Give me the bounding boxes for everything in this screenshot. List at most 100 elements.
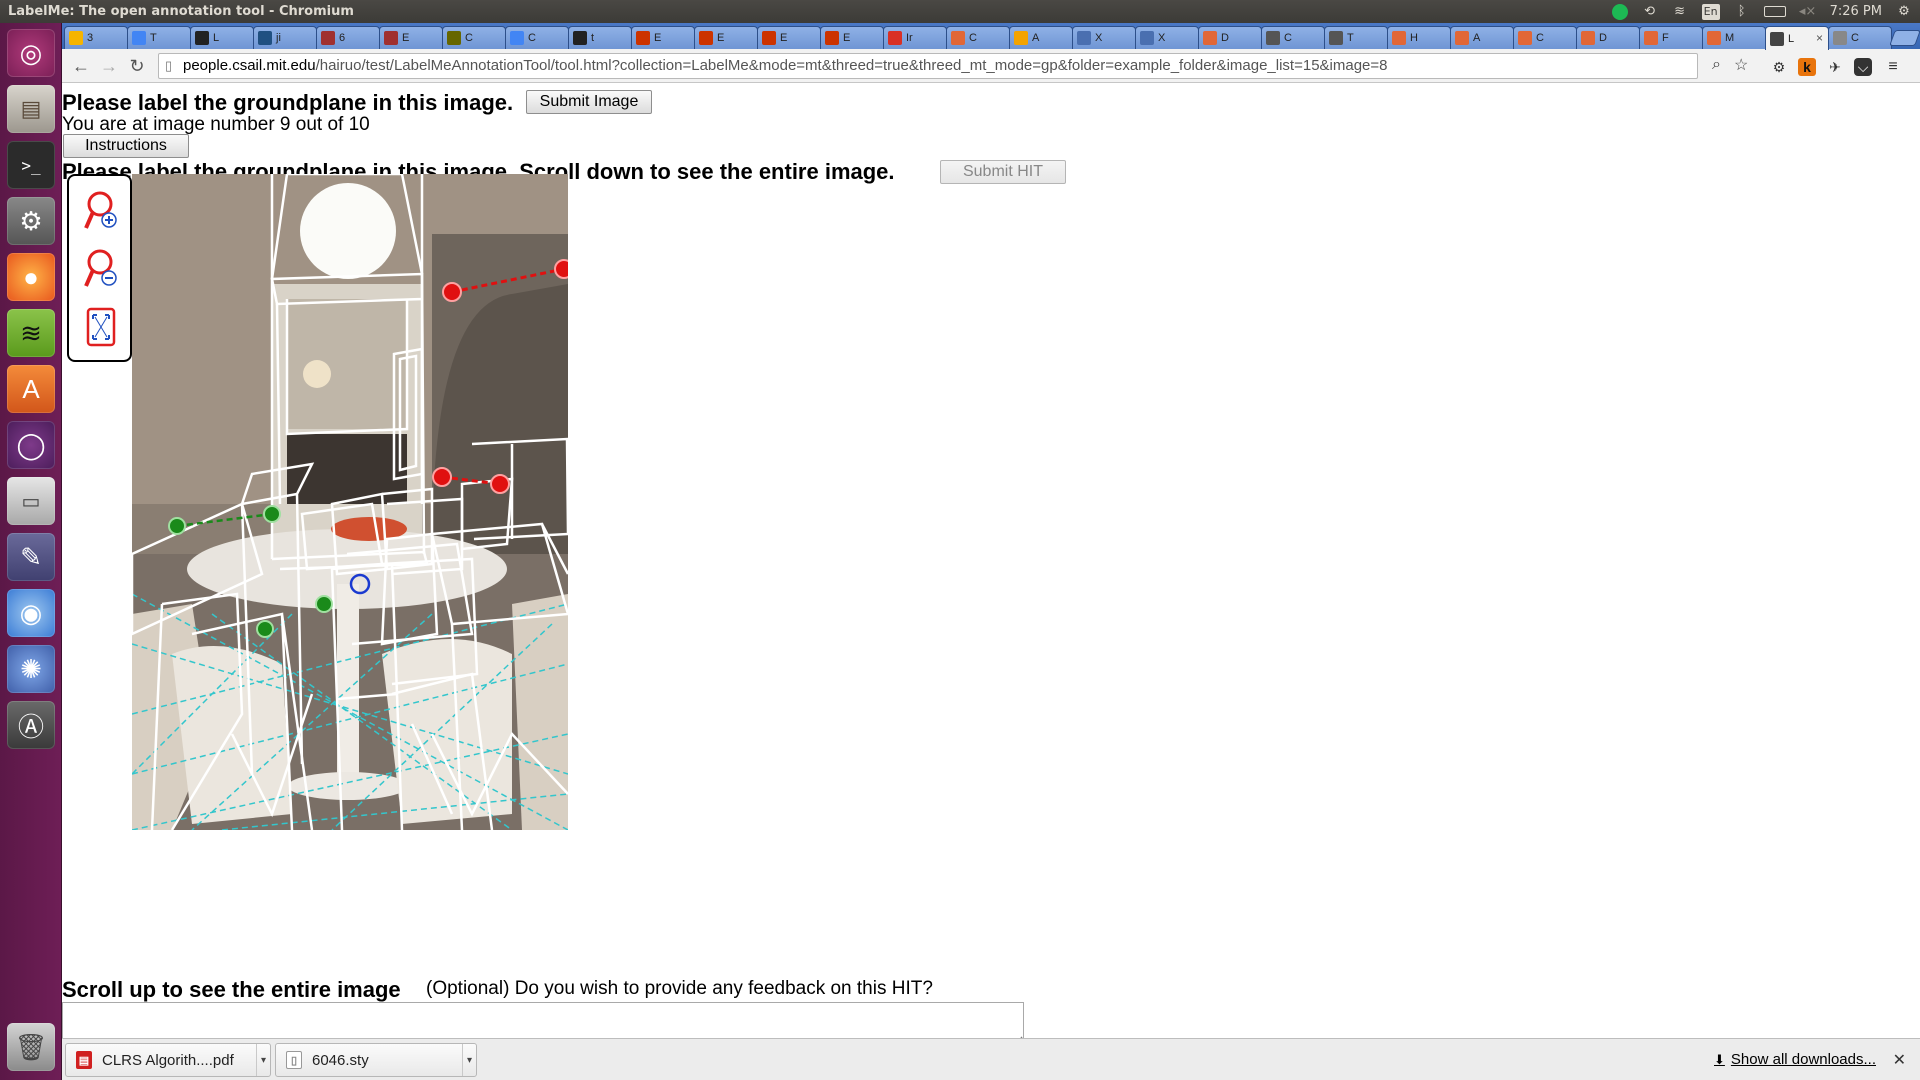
tab-25[interactable]: F — [1639, 26, 1703, 49]
zoom-in-icon[interactable] — [84, 190, 118, 232]
tab-8[interactable]: t — [568, 26, 632, 49]
tab-7[interactable]: C — [505, 26, 569, 49]
labelme-icon — [1770, 31, 1784, 46]
tab-12[interactable]: E — [820, 26, 884, 49]
tab-label: E — [717, 32, 725, 44]
tab-5[interactable]: E — [379, 26, 443, 49]
unity-launcher: ◎ ▤ >_ ⚙ ● ≋ A ◯ ▭ ✎ ◉ ✺ Ⓐ 🗑 — [0, 23, 62, 1080]
tab-10[interactable]: E — [694, 26, 758, 49]
tab-26[interactable]: M — [1702, 26, 1766, 49]
download-shelf: ▤ CLRS Algorith....pdf ▾ ▯ 6046.sty ▾ ⬇ … — [62, 1038, 1920, 1080]
keyboard-layout-indicator[interactable]: En — [1701, 3, 1720, 20]
menu-icon[interactable]: ≡ — [1884, 58, 1902, 76]
files-icon[interactable]: ▤ — [7, 85, 55, 133]
tab-0[interactable]: 3 — [64, 26, 128, 49]
extension-badge-icon[interactable]: ✈ — [1826, 58, 1844, 76]
wolfram-icon — [762, 31, 776, 45]
disk-icon[interactable]: ▭ — [7, 477, 55, 525]
tab-label: H — [1410, 32, 1418, 44]
download-item-pdf[interactable]: ▤ CLRS Algorith....pdf ▾ — [65, 1043, 271, 1077]
bluetooth-icon[interactable]: ᛒ — [1734, 4, 1750, 20]
close-icon[interactable]: ✕ — [1893, 1050, 1906, 1070]
tab-9[interactable]: E — [631, 26, 695, 49]
volume-icon[interactable]: ◂× — [1799, 4, 1816, 20]
feedback-textarea[interactable] — [62, 1002, 1024, 1038]
tab-11[interactable]: E — [757, 26, 821, 49]
tab-6[interactable]: C — [442, 26, 506, 49]
instructions-button[interactable]: Instructions — [63, 134, 189, 158]
tab-1[interactable]: T — [127, 26, 191, 49]
ubuntu-one-icon[interactable]: ◯ — [7, 421, 55, 469]
jira-icon — [258, 31, 272, 45]
k-extension-icon[interactable]: k — [1798, 58, 1816, 76]
shotwell-icon[interactable]: ✺ — [7, 645, 55, 693]
zoom-out-icon[interactable] — [84, 248, 118, 290]
trash-icon[interactable]: 🗑 — [7, 1023, 55, 1071]
bookmark-star-icon[interactable]: ☆ — [1734, 55, 1748, 75]
tab-2[interactable]: L — [190, 26, 254, 49]
tab-18[interactable]: D — [1198, 26, 1262, 49]
new-tab-button[interactable] — [1889, 30, 1920, 46]
tab-23[interactable]: C — [1513, 26, 1577, 49]
download-item-sty[interactable]: ▯ 6046.sty ▾ — [275, 1043, 477, 1077]
w3-icon — [1077, 31, 1091, 45]
reload-button[interactable]: ↻ — [126, 55, 148, 77]
close-tab-icon[interactable]: × — [1816, 31, 1823, 45]
bookmark-icon — [384, 31, 398, 45]
extension-icon[interactable]: ⚙ — [1770, 58, 1788, 76]
tab-24[interactable]: D — [1576, 26, 1640, 49]
tab-20[interactable]: T — [1324, 26, 1388, 49]
forward-button[interactable]: → — [98, 55, 120, 77]
tab-14[interactable]: C — [946, 26, 1010, 49]
back-button[interactable]: ← — [70, 55, 92, 77]
w3-icon — [1140, 31, 1154, 45]
firefox-icon[interactable]: ● — [7, 253, 55, 301]
chevron-down-icon[interactable]: ▾ — [256, 1044, 270, 1076]
tab-label: C — [1536, 32, 1544, 44]
tab-19[interactable]: C — [1261, 26, 1325, 49]
pocket-icon[interactable]: ⌵ — [1854, 58, 1872, 76]
tab-21[interactable]: H — [1387, 26, 1451, 49]
file-icon: ▯ — [286, 1051, 302, 1069]
wifi-icon[interactable]: ≋ — [1672, 4, 1688, 20]
software-center-icon[interactable]: A — [7, 365, 55, 413]
terminal-icon[interactable]: >_ — [7, 141, 55, 189]
battery-icon[interactable] — [1763, 6, 1786, 17]
gear-icon[interactable]: ⚙ — [1896, 4, 1912, 20]
tab-15[interactable]: A — [1009, 26, 1073, 49]
settings-icon[interactable]: ⚙ — [7, 197, 55, 245]
download-filename: 6046.sty — [312, 1051, 369, 1069]
matlab-icon — [1518, 31, 1532, 45]
tab-4[interactable]: 6 — [316, 26, 380, 49]
address-bar[interactable]: ▯ people.csail.mit.edu/hairuo/test/Label… — [158, 53, 1698, 79]
annotated-photo[interactable] — [132, 174, 568, 830]
chromium-icon[interactable]: ◉ — [7, 589, 55, 637]
submit-image-button[interactable]: Submit Image — [526, 90, 652, 114]
text-editor-icon[interactable]: ✎ — [7, 533, 55, 581]
chevron-down-icon[interactable]: ▾ — [462, 1044, 476, 1076]
search-icon[interactable]: ⌕ — [1712, 56, 1721, 74]
clock[interactable]: 7:26 PM — [1830, 4, 1882, 19]
matlab-icon — [1392, 31, 1406, 45]
spotify-icon[interactable]: ≋ — [7, 309, 55, 357]
ubuntu-home-icon[interactable]: ◎ — [7, 29, 55, 77]
tab-label: L — [1788, 32, 1795, 45]
tab-16[interactable]: X — [1072, 26, 1136, 49]
tab-label: T — [1347, 32, 1354, 44]
tab-28[interactable]: C — [1828, 26, 1892, 49]
submit-hit-button[interactable]: Submit HIT — [940, 160, 1066, 184]
sync-icon[interactable]: ⟲ — [1642, 4, 1658, 20]
software-updater-icon[interactable]: Ⓐ — [7, 701, 55, 749]
spotify-tray-icon[interactable] — [1611, 3, 1628, 20]
matlab-icon — [1644, 31, 1658, 45]
window-title: LabelMe: The open annotation tool - Chro… — [8, 4, 354, 19]
tab-27[interactable]: L × — [1765, 26, 1829, 50]
tab-13[interactable]: Ir — [883, 26, 947, 49]
annotation-canvas[interactable] — [132, 174, 568, 830]
tab-22[interactable]: A — [1450, 26, 1514, 49]
show-all-downloads-link[interactable]: ⬇ Show all downloads... — [1714, 1051, 1876, 1068]
tab-3[interactable]: ji — [253, 26, 317, 49]
tab-label: D — [1221, 32, 1229, 44]
fit-image-icon[interactable] — [84, 306, 118, 348]
tab-17[interactable]: X — [1135, 26, 1199, 49]
